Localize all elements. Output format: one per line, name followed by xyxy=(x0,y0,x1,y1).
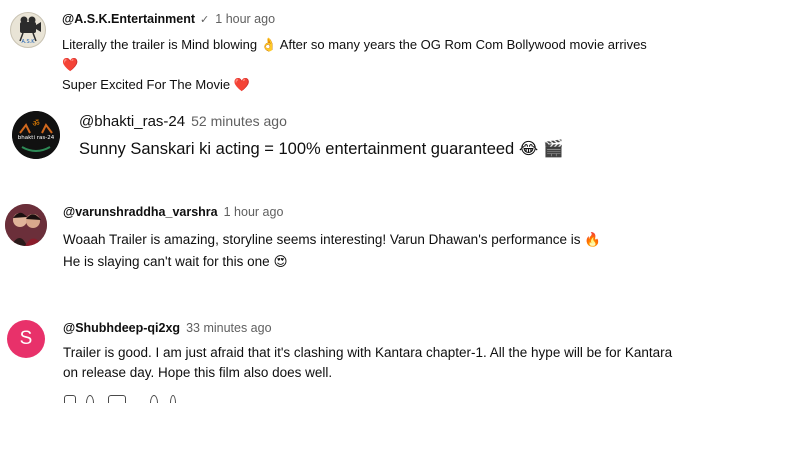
author-handle[interactable]: @bhakti_ras-24 xyxy=(79,113,185,130)
comment-header: @bhakti_ras-24 52 minutes ago xyxy=(79,113,287,130)
fire-emoji: 🔥 xyxy=(584,232,602,248)
avatar[interactable] xyxy=(5,204,47,246)
svg-text:ॐ: ॐ xyxy=(32,119,39,128)
comment-time[interactable]: 1 hour ago xyxy=(224,205,284,219)
comment-text: Literally the trailer is Mind blowing 👌 … xyxy=(62,35,647,95)
like-icon[interactable] xyxy=(64,395,76,403)
comment-line: Sunny Sanskari ki acting = 100% entertai… xyxy=(79,138,564,160)
like-count-icon xyxy=(86,395,94,403)
text-segment: Super Excited For The Movie xyxy=(62,77,234,92)
text-segment: Sunny Sanskari ki acting = 100% entertai… xyxy=(79,140,519,158)
comment-time[interactable]: 1 hour ago xyxy=(215,12,275,26)
comment-line: He is slaying can't wait for this one 😍 xyxy=(63,251,601,273)
comment-header: @varunshraddha_varshra 1 hour ago xyxy=(63,205,283,219)
more-icon[interactable] xyxy=(170,395,176,403)
comment-line: Literally the trailer is Mind blowing 👌 … xyxy=(62,35,647,55)
heart-eyes-emoji: 😍 xyxy=(273,254,288,270)
comment-line: Super Excited For The Movie ❤️ xyxy=(62,75,647,95)
author-handle[interactable]: @varunshraddha_varshra xyxy=(63,205,218,219)
text-segment: Woaah Trailer is amazing, storyline seem… xyxy=(63,232,585,247)
avatar[interactable]: A.S.K xyxy=(10,12,46,48)
laugh-clapper-emoji: 😂 🎬 xyxy=(518,139,564,158)
heart-emoji: ❤️ xyxy=(233,78,250,93)
comment-time[interactable]: 33 minutes ago xyxy=(186,321,271,335)
comment-line: ❤️ xyxy=(62,55,647,75)
comment-text: Trailer is good. I am just afraid that i… xyxy=(63,343,672,383)
comment-line: on release day. Hope this film also does… xyxy=(63,365,333,380)
comment-time[interactable]: 52 minutes ago xyxy=(191,113,287,129)
avatar[interactable]: S xyxy=(7,320,45,358)
comment-line: Woaah Trailer is amazing, storyline seem… xyxy=(63,229,601,251)
avatar-graphic-icon: ॐ bhakti ras-24 xyxy=(12,111,60,159)
verified-check-icon: ✓ xyxy=(200,14,210,26)
avatar-logo-text: A.S.K xyxy=(22,39,36,45)
reply-icon[interactable] xyxy=(150,395,158,403)
avatar-letter: S xyxy=(19,328,33,349)
text-segment: After so many years the OG Rom Com Bolly… xyxy=(276,37,647,52)
ok-hand-emoji: 👌 xyxy=(260,38,277,53)
comment-header: @Shubhdeep-qi2xg 33 minutes ago xyxy=(63,321,272,335)
avatar[interactable]: ॐ bhakti ras-24 xyxy=(12,111,60,159)
heart-emoji: ❤️ xyxy=(62,58,79,73)
comment-text: Sunny Sanskari ki acting = 100% entertai… xyxy=(79,138,564,160)
text-segment: Literally the trailer is Mind blowing xyxy=(62,37,261,52)
author-handle[interactable]: @A.S.K.Entertainment xyxy=(62,12,195,26)
comment-line: Trailer is good. I am just afraid that i… xyxy=(63,345,673,360)
avatar-logo-text: bhakti ras-24 xyxy=(18,135,55,141)
camera-logo-icon: A.S.K xyxy=(19,16,41,45)
dislike-icon[interactable] xyxy=(108,395,126,403)
comment-header: @A.S.K.Entertainment ✓ 1 hour ago xyxy=(62,12,275,26)
comment-actions-cutoff xyxy=(0,395,800,403)
comment-text: Woaah Trailer is amazing, storyline seem… xyxy=(63,229,601,273)
author-handle[interactable]: @Shubhdeep-qi2xg xyxy=(63,321,180,335)
text-segment: He is slaying can't wait for this one xyxy=(63,254,274,269)
avatar-photo-icon xyxy=(5,204,47,246)
